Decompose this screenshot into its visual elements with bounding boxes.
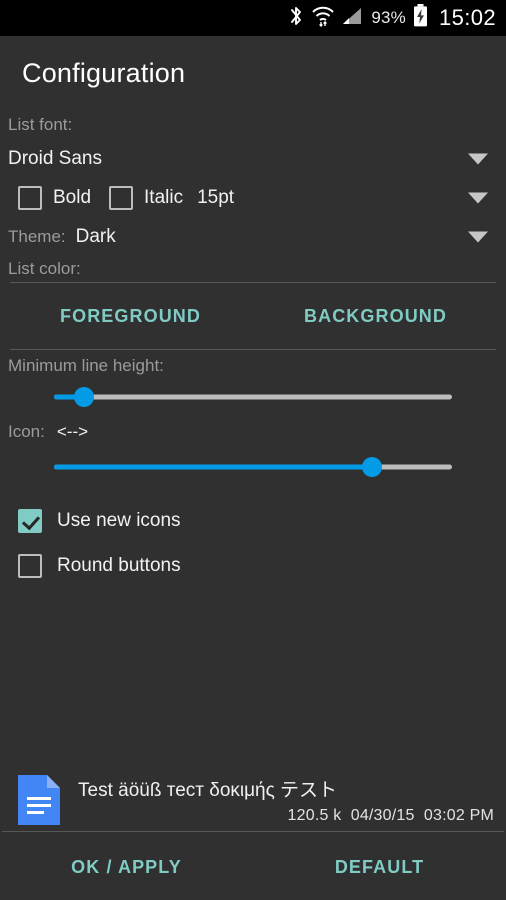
preview-time: 03:02 PM: [423, 807, 494, 824]
min-line-height-slider[interactable]: [54, 382, 452, 412]
preview-meta: 120.5 k 04/30/15 03:02 PM: [78, 807, 494, 825]
footer-bar: OK / APPLY DEFAULT: [0, 834, 506, 900]
list-font-label-row: List font:: [8, 110, 498, 140]
list-color-label-row: List color:: [8, 256, 498, 282]
round-buttons-checkbox[interactable]: [18, 554, 42, 578]
preview-date: 04/30/15: [350, 807, 415, 824]
battery-charging-icon: [413, 4, 428, 32]
list-font-label: List font:: [8, 115, 73, 134]
min-line-height-label: Minimum line height:: [8, 356, 164, 375]
color-buttons-row: FOREGROUND BACKGROUND: [8, 283, 498, 349]
divider-above-footer: [2, 831, 504, 832]
document-icon: [18, 775, 60, 825]
preview-row: Test äöüß тест δοκιμής テスト 120.5 k 04/30…: [0, 767, 506, 831]
bold-label: Bold: [53, 187, 92, 208]
bold-checkbox[interactable]: [18, 186, 42, 210]
foreground-button[interactable]: FOREGROUND: [60, 306, 201, 327]
icon-value: <-->: [56, 422, 89, 441]
preview-title: Test äöüß тест δοκιμής テスト: [78, 780, 338, 801]
preview-size: 120.5 k: [287, 807, 342, 824]
default-button[interactable]: DEFAULT: [335, 857, 424, 878]
chevron-down-icon: [468, 153, 488, 165]
bluetooth-icon: [289, 5, 304, 32]
battery-percent: 93%: [371, 8, 406, 27]
use-new-icons-label: Use new icons: [57, 510, 181, 531]
list-color-label: List color:: [8, 259, 81, 278]
configuration-screen: 93% 15:02 Configuration List font: Droid…: [0, 0, 506, 900]
font-style-row: Bold Italic 15pt: [8, 178, 498, 218]
ok-apply-button[interactable]: OK / APPLY: [71, 857, 182, 878]
theme-label: Theme:: [8, 227, 66, 246]
font-size-value: 15pt: [197, 187, 235, 208]
chevron-down-icon[interactable]: [468, 192, 488, 204]
status-bar: 93% 15:02: [0, 0, 506, 36]
background-button[interactable]: BACKGROUND: [304, 306, 447, 327]
use-new-icons-checkbox[interactable]: [18, 509, 42, 533]
use-new-icons-row[interactable]: Use new icons: [8, 498, 498, 544]
slider-thumb[interactable]: [362, 457, 383, 477]
cell-signal-icon: [342, 6, 364, 31]
chevron-down-icon: [468, 231, 488, 243]
status-clock: 15:02: [438, 5, 496, 30]
italic-label: Italic: [144, 187, 184, 208]
min-line-height-label-row: Minimum line height:: [8, 350, 498, 382]
preview-text-block: Test äöüß тест δοκιμής テスト 120.5 k 04/30…: [78, 775, 494, 825]
icon-label: Icon:: [8, 422, 45, 441]
font-name-value: Droid Sans: [8, 148, 102, 169]
italic-checkbox[interactable]: [109, 186, 134, 210]
title-bar: Configuration: [0, 36, 506, 110]
theme-spinner[interactable]: Theme: Dark: [8, 218, 498, 256]
font-name-spinner[interactable]: Droid Sans: [8, 140, 498, 178]
page-title: Configuration: [22, 57, 186, 88]
round-buttons-label: Round buttons: [57, 555, 181, 576]
icon-size-slider[interactable]: [54, 452, 452, 482]
slider-track: [54, 394, 452, 400]
slider-fill: [54, 464, 373, 470]
slider-thumb[interactable]: [73, 387, 94, 407]
preview-section: Test äöüß тест δοκιμής テスト 120.5 k 04/30…: [0, 767, 506, 832]
round-buttons-row[interactable]: Round buttons: [8, 544, 498, 588]
icon-label-row: Icon: <-->: [8, 412, 498, 452]
theme-value: Dark: [75, 226, 116, 247]
wifi-icon: [311, 5, 335, 32]
